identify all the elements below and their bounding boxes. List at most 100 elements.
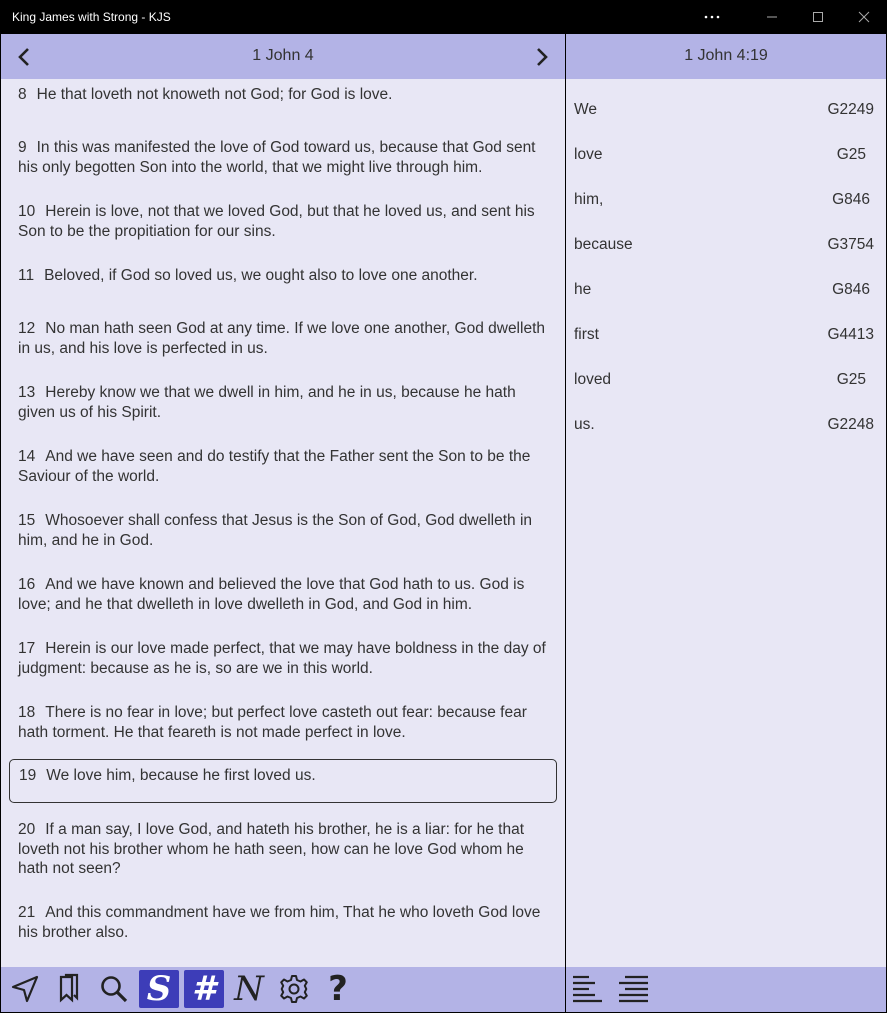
strong-number: G846 (832, 281, 870, 298)
verse-header: 1 John 4:19 (566, 34, 886, 79)
verse-text: Herein is our love made perfect, that we… (18, 640, 546, 677)
navigate-icon (11, 975, 39, 1003)
word-text: because (574, 236, 633, 253)
verse-number: 12 (18, 320, 36, 337)
bookmarks-button[interactable] (49, 970, 89, 1008)
navigate-button[interactable] (5, 970, 45, 1008)
verse-text: He that loveth not knoweth not God; for … (36, 86, 393, 103)
word-text: us. (574, 416, 595, 433)
word-text: him, (574, 191, 604, 208)
close-button[interactable] (841, 0, 887, 34)
verse-item[interactable]: 13 Hereby know we that we dwell in him, a… (9, 377, 557, 428)
more-options-button[interactable] (689, 0, 735, 34)
close-icon (858, 11, 870, 23)
verse-number: 14 (18, 448, 36, 465)
verse-item[interactable]: 10 Herein is love, not that we loved God,… (9, 196, 557, 247)
strong-word-row[interactable]: first G4413 (574, 326, 874, 348)
verse-number: 18 (18, 704, 36, 721)
verse-text: If a man say, I love God, and hateth his… (18, 821, 525, 877)
strong-number: G4413 (827, 326, 874, 343)
verse-text: We love him, because he first loved us. (46, 767, 316, 784)
align-justify-button[interactable] (614, 970, 654, 1008)
bookmark-icon (59, 973, 79, 1003)
strong-word-row[interactable]: loved G25 (574, 371, 874, 393)
verse-number: 15 (18, 512, 36, 529)
verse-item[interactable]: 9 In this was manifested the love of God … (9, 132, 557, 183)
verse-item[interactable]: 12 No man hath seen God at any time. If w… (9, 313, 557, 364)
app-title: King James with Strong - KJS (12, 10, 171, 24)
strong-s-icon: S (146, 969, 172, 1009)
verse-item[interactable]: 8 He that loveth not knoweth not God; for… (9, 79, 557, 111)
strong-word-row[interactable]: We G2249 (574, 101, 874, 123)
verse-list: 8 He that loveth not knoweth not God; for… (1, 79, 565, 967)
align-left-button[interactable] (568, 970, 608, 1008)
verse-number: 10 (18, 203, 36, 220)
verse-text: Hereby know we that we dwell in him, and… (18, 384, 516, 421)
verse-text: Beloved, if God so loved us, we ought al… (44, 267, 478, 284)
maximize-button[interactable] (795, 0, 841, 34)
search-icon (101, 976, 128, 1003)
strong-toolbar (566, 967, 886, 1012)
strong-number: G3754 (827, 236, 874, 253)
word-text: loved (574, 371, 612, 388)
notes-icon: N (234, 969, 264, 1009)
strong-word-row[interactable]: him, G846 (574, 191, 874, 213)
verse-text: And we have known and believed the love … (18, 576, 525, 613)
verse-item[interactable]: 15 Whosoever shall confess that Jesus is … (9, 505, 557, 556)
verse-number: 19 (19, 767, 37, 784)
minimize-icon (767, 16, 777, 18)
verse-text: Whosoever shall confess that Jesus is th… (18, 512, 533, 549)
verse-number: 11 (18, 267, 35, 284)
verse-text: Herein is love, not that we loved God, b… (18, 203, 535, 240)
more-icon (704, 15, 720, 19)
strong-s-toggle[interactable]: S (139, 970, 179, 1008)
word-text: We (574, 101, 597, 118)
next-chapter-button[interactable] (527, 42, 557, 72)
word-text: he (574, 281, 592, 298)
verse-text: In this was manifested the love of God t… (18, 139, 536, 176)
verse-item[interactable]: 21 And this commandment have we from him,… (9, 897, 557, 948)
settings-button[interactable] (274, 970, 314, 1008)
next-chevron-icon (537, 48, 548, 66)
strong-word-row[interactable]: because G3754 (574, 236, 874, 258)
verse-item[interactable]: 16 And we have known and believed the lov… (9, 569, 557, 620)
verse-text: And we have seen and do testify that the… (18, 448, 531, 485)
search-button[interactable] (94, 970, 134, 1008)
maximize-icon (813, 12, 823, 22)
verse-reference-title: 1 John 4:19 (684, 47, 768, 64)
verse-item[interactable]: 14 And we have seen and do testify that t… (9, 441, 557, 492)
help-button[interactable]: ? (318, 970, 358, 1008)
verse-number: 21 (18, 904, 36, 921)
verse-item[interactable]: 11 Beloved, if God so loved us, we ought … (9, 260, 557, 292)
main-toolbar: S # N ? (1, 967, 565, 1012)
verse-number: 16 (18, 576, 36, 593)
strong-word-row[interactable]: love G25 (574, 146, 874, 168)
minimize-button[interactable] (749, 0, 795, 34)
strong-pane: 1 John 4:19 We G2249 love G25 him, G846 bec… (566, 34, 886, 1012)
verse-number: 9 (18, 139, 27, 156)
verse-item-selected[interactable]: 19 We love him, because he first loved us… (9, 759, 557, 803)
strong-number: G2248 (827, 416, 874, 433)
verse-item[interactable]: 20 If a man say, I love God, and hateth h… (9, 814, 557, 885)
notes-button[interactable]: N (229, 970, 269, 1008)
title-bar: King James with Strong - KJS (0, 0, 887, 34)
verse-number: 17 (18, 640, 36, 657)
verse-item[interactable]: 17 Herein is our love made perfect, that … (9, 633, 557, 684)
word-text: first (574, 326, 599, 343)
verse-number: 20 (18, 821, 36, 838)
strong-number-toggle[interactable]: # (184, 970, 224, 1008)
strong-word-row[interactable]: us. G2248 (574, 416, 874, 438)
verse-text: No man hath seen God at any time. If we … (18, 320, 545, 357)
verse-text: There is no fear in love; but perfect lo… (18, 704, 527, 741)
strong-word-row[interactable]: he G846 (574, 281, 874, 303)
strong-number: G25 (836, 371, 866, 388)
chapter-title: 1 John 4 (252, 47, 314, 64)
strong-number: G2249 (827, 101, 874, 118)
gear-icon (280, 975, 308, 1003)
verse-item[interactable]: 18 There is no fear in love; but perfect … (9, 697, 557, 748)
word-text: love (574, 146, 603, 163)
strong-number: G25 (836, 146, 866, 163)
strong-number-icon: # (192, 969, 216, 1009)
strong-number: G846 (832, 191, 870, 208)
verse-number: 13 (18, 384, 36, 401)
